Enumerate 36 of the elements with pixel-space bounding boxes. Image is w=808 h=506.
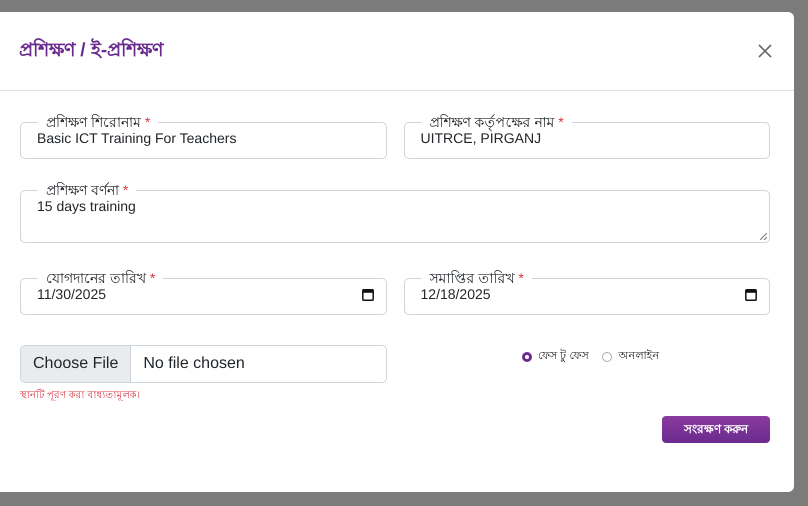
field-label: প্রশিক্ষণ শিরোনাম * <box>45 115 152 129</box>
required-mark: * <box>518 270 524 286</box>
error-message: স্থানটি পূরণ করা বাধ্যতামূলক। <box>20 388 142 403</box>
dialog-title: প্রশিক্ষণ / ই-প্রশিক্ষণ <box>19 37 164 63</box>
field-value: Basic ICT Training For Teachers <box>37 130 238 146</box>
radio-button[interactable] <box>602 352 612 362</box>
date-field[interactable]: যোগদানের তারিখ * 11/30/2025 <box>20 271 386 315</box>
text-field[interactable]: প্রশিক্ষণ কর্তৃপক্ষের নাম * UITRCE, PIRGANJ <box>404 115 770 159</box>
close-icon[interactable] <box>758 44 772 58</box>
required-mark: * <box>558 114 564 130</box>
field-value: UITRCE, PIRGANJ <box>420 130 542 146</box>
calendar-icon[interactable] <box>745 288 757 300</box>
file-input[interactable]: Choose File No file chosen <box>20 345 386 383</box>
field-value: 15 days training <box>37 198 137 214</box>
radio-option[interactable]: অনলাইন <box>602 347 660 366</box>
date-field[interactable]: সমাপ্তির তারিখ * 12/18/2025 <box>404 271 770 315</box>
field-value: 12/18/2025 <box>420 286 491 302</box>
calendar-icon[interactable] <box>362 288 374 300</box>
choose-file-button[interactable]: Choose File <box>21 346 132 382</box>
radio-label: অনলাইন <box>618 348 660 364</box>
save-button[interactable]: সংরক্ষণ করুন <box>662 416 770 443</box>
field-label: যোগদানের তারিখ * <box>45 271 156 285</box>
radio-button[interactable] <box>522 352 532 362</box>
textarea-field[interactable]: প্রশিক্ষণ বর্ণনা * 15 days training <box>20 183 770 243</box>
required-mark: * <box>150 270 156 286</box>
required-mark: * <box>144 114 150 130</box>
field-label: সমাপ্তির তারিখ * <box>428 271 525 285</box>
radio-label: ফেস টু ফেস <box>538 348 588 364</box>
resize-handle-icon[interactable] <box>760 233 767 240</box>
field-label: প্রশিক্ষণ কর্তৃপক্ষের নাম * <box>428 115 565 129</box>
text-field[interactable]: প্রশিক্ষণ শিরোনাম * Basic ICT Training For Teachers <box>20 115 386 159</box>
required-mark: * <box>122 182 128 198</box>
field-label: প্রশিক্ষণ বর্ণনা * <box>45 183 130 197</box>
field-value: 11/30/2025 <box>37 286 106 302</box>
radio-option[interactable]: ফেস টু ফেস <box>522 347 588 366</box>
file-status: No file chosen <box>142 354 246 374</box>
